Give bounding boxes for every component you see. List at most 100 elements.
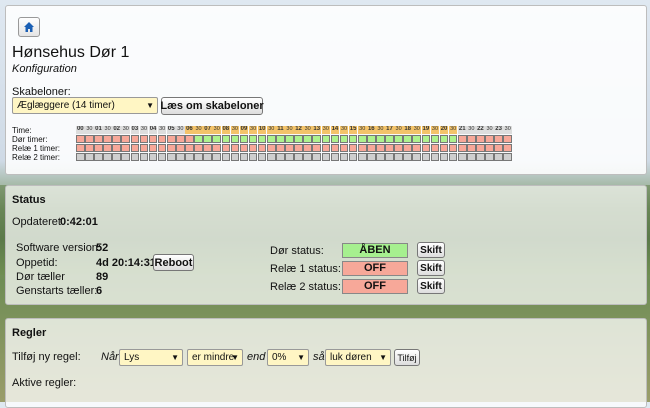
schedule-cell[interactable] bbox=[103, 153, 112, 161]
schedule-cell[interactable] bbox=[494, 144, 503, 152]
schedule-cell[interactable] bbox=[321, 135, 331, 143]
schedule-cell[interactable] bbox=[403, 153, 412, 161]
schedule-cell[interactable] bbox=[294, 144, 303, 152]
schedule-cell[interactable] bbox=[312, 135, 322, 143]
schedule-cell[interactable] bbox=[239, 144, 249, 152]
schedule-cell[interactable] bbox=[394, 153, 403, 161]
schedule-cell[interactable] bbox=[421, 144, 431, 152]
threshold-select[interactable]: 0% ▼ bbox=[267, 349, 309, 366]
schedule-cell[interactable] bbox=[103, 144, 112, 152]
schedule-cell[interactable] bbox=[248, 135, 258, 143]
schedule-cell[interactable] bbox=[321, 153, 331, 161]
schedule-cell[interactable] bbox=[430, 153, 440, 161]
schedule-cell[interactable] bbox=[367, 153, 376, 161]
schedule-cell[interactable] bbox=[294, 135, 303, 143]
schedule-cell[interactable] bbox=[203, 135, 212, 143]
home-button[interactable] bbox=[18, 17, 40, 37]
schedule-cell[interactable] bbox=[385, 153, 394, 161]
schedule-cell[interactable] bbox=[139, 144, 149, 152]
schedule-cell[interactable] bbox=[276, 135, 285, 143]
schedule-cell[interactable] bbox=[157, 144, 167, 152]
schedule-cell[interactable] bbox=[348, 135, 358, 143]
schedule-cell[interactable] bbox=[457, 144, 467, 152]
schedule-cell[interactable] bbox=[185, 144, 194, 152]
schedule-cell[interactable] bbox=[312, 144, 322, 152]
schedule-cell[interactable] bbox=[248, 153, 258, 161]
schedule-cell[interactable] bbox=[457, 153, 467, 161]
schedule-cell[interactable] bbox=[394, 135, 403, 143]
schedule-cell[interactable] bbox=[121, 135, 131, 143]
schedule-cell[interactable] bbox=[357, 144, 367, 152]
schedule-cell[interactable] bbox=[194, 153, 203, 161]
schedule-cell[interactable] bbox=[194, 135, 203, 143]
schedule-cell[interactable] bbox=[476, 144, 485, 152]
schedule-cell[interactable] bbox=[376, 153, 385, 161]
schedule-cell[interactable] bbox=[266, 135, 276, 143]
schedule-cell[interactable] bbox=[176, 153, 185, 161]
schedule-cell[interactable] bbox=[412, 153, 422, 161]
schedule-cell[interactable] bbox=[148, 135, 158, 143]
schedule-cell[interactable] bbox=[485, 144, 494, 152]
schedule-cell[interactable] bbox=[503, 135, 512, 143]
schedule-cell[interactable] bbox=[76, 144, 85, 152]
schedule-cell[interactable] bbox=[448, 135, 458, 143]
schedule-cell[interactable] bbox=[185, 153, 194, 161]
schedule-cell[interactable] bbox=[257, 144, 267, 152]
add-rule-button[interactable]: Tilføj bbox=[394, 349, 420, 366]
schedule-cell[interactable] bbox=[248, 144, 258, 152]
schedule-cell[interactable] bbox=[485, 135, 494, 143]
schedule-cell[interactable] bbox=[348, 144, 358, 152]
schedule-cell[interactable] bbox=[367, 135, 376, 143]
schedule-cell[interactable] bbox=[266, 153, 276, 161]
schedule-cell[interactable] bbox=[176, 135, 185, 143]
schedule-cell[interactable] bbox=[239, 135, 249, 143]
schedule-cell[interactable] bbox=[294, 153, 303, 161]
schedule-cell[interactable] bbox=[76, 153, 85, 161]
schedule-cell[interactable] bbox=[157, 135, 167, 143]
schedule-cell[interactable] bbox=[376, 144, 385, 152]
schedule-cell[interactable] bbox=[239, 153, 249, 161]
schedule-cell[interactable] bbox=[385, 144, 394, 152]
schedule-cell[interactable] bbox=[85, 135, 94, 143]
schedule-cell[interactable] bbox=[221, 153, 231, 161]
schedule-cell[interactable] bbox=[348, 153, 358, 161]
schedule-cell[interactable] bbox=[139, 153, 149, 161]
schedule-cell[interactable] bbox=[439, 153, 449, 161]
schedule-cell[interactable] bbox=[94, 153, 103, 161]
schedule-cell[interactable] bbox=[494, 153, 503, 161]
schedule-cell[interactable] bbox=[439, 135, 449, 143]
action-select[interactable]: luk døren ▼ bbox=[325, 349, 391, 366]
schedule-cell[interactable] bbox=[394, 144, 403, 152]
schedule-cell[interactable] bbox=[212, 153, 221, 161]
relay1-toggle-button[interactable]: Skift bbox=[417, 260, 445, 276]
schedule-cell[interactable] bbox=[421, 135, 431, 143]
schedule-cell[interactable] bbox=[303, 144, 312, 152]
schedule-cell[interactable] bbox=[430, 135, 440, 143]
schedule-cell[interactable] bbox=[148, 144, 158, 152]
schedule-cell[interactable] bbox=[448, 144, 458, 152]
schedule-cell[interactable] bbox=[330, 144, 340, 152]
read-templates-button[interactable]: Læs om skabeloner bbox=[160, 97, 264, 115]
schedule-cell[interactable] bbox=[357, 135, 367, 143]
schedule-cell[interactable] bbox=[112, 153, 121, 161]
schedule-cell[interactable] bbox=[503, 144, 512, 152]
schedule-cell[interactable] bbox=[112, 135, 121, 143]
schedule-cell[interactable] bbox=[439, 144, 449, 152]
schedule-cell[interactable] bbox=[276, 144, 285, 152]
schedule-cell[interactable] bbox=[303, 153, 312, 161]
schedule-cell[interactable] bbox=[448, 153, 458, 161]
schedule-cell[interactable] bbox=[476, 153, 485, 161]
schedule-cell[interactable] bbox=[166, 135, 176, 143]
template-select[interactable]: Æglæggere (14 timer) ▼ bbox=[12, 97, 158, 114]
schedule-cell[interactable] bbox=[312, 153, 322, 161]
schedule-cell[interactable] bbox=[339, 144, 349, 152]
schedule-cell[interactable] bbox=[339, 135, 349, 143]
comparator-select[interactable]: er mindre ▼ bbox=[187, 349, 243, 366]
schedule-cell[interactable] bbox=[330, 135, 340, 143]
schedule-cell[interactable] bbox=[157, 153, 167, 161]
schedule-cell[interactable] bbox=[130, 153, 140, 161]
schedule-cell[interactable] bbox=[257, 135, 267, 143]
schedule-cell[interactable] bbox=[221, 135, 231, 143]
schedule-cell[interactable] bbox=[203, 153, 212, 161]
schedule-cell[interactable] bbox=[221, 144, 231, 152]
